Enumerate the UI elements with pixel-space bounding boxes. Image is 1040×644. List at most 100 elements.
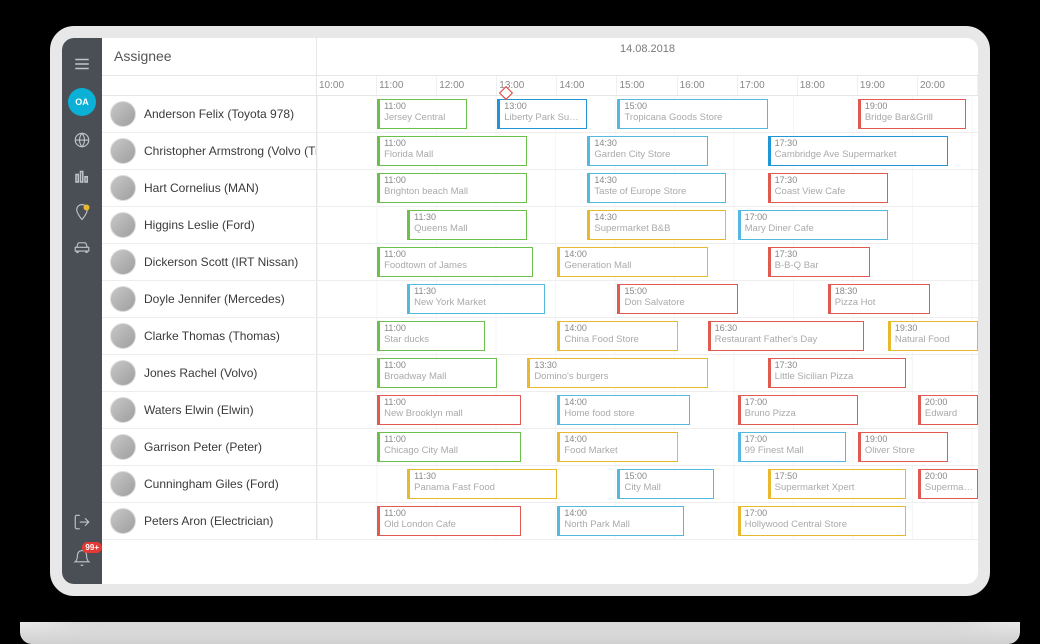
assignee-cell[interactable]: Dickerson Scott (IRT Nissan): [102, 244, 317, 280]
task-time: 19:00: [865, 101, 961, 112]
timeline-track[interactable]: 11:30Panama Fast Food 15:00City Mall 17:50…: [317, 466, 978, 502]
notification-count-badge: 99+: [82, 542, 102, 553]
timeline-track[interactable]: 11:00Chicago City Mall 14:00Food Market 17…: [317, 429, 978, 465]
task-block[interactable]: 11:00Chicago City Mall: [377, 432, 521, 462]
task-block[interactable]: 11:00Foodtown of James: [377, 247, 533, 277]
timeline-track[interactable]: 11:00Foodtown of James 14:00Generation Ma…: [317, 244, 978, 280]
location-warning-icon[interactable]: [70, 200, 94, 224]
task-block[interactable]: 14:00Food Market: [557, 432, 677, 462]
task-block[interactable]: 15:00Tropicana Goods Store: [617, 99, 767, 129]
task-block[interactable]: 20:00Edward: [918, 395, 978, 425]
assignee-cell[interactable]: Hart Cornelius (MAN): [102, 170, 317, 206]
task-block[interactable]: 11:30New York Market: [407, 284, 545, 314]
assignee-cell[interactable]: Peters Aron (Electrician): [102, 503, 317, 539]
bell-icon[interactable]: 99+: [70, 546, 94, 570]
task-block[interactable]: 13:00Liberty Park Supermarket: [497, 99, 587, 129]
chart-icon[interactable]: [70, 164, 94, 188]
task-label: Brighton beach Mall: [384, 186, 522, 198]
avatar: [110, 286, 136, 312]
assignee-cell[interactable]: Clarke Thomas (Thomas): [102, 318, 317, 354]
task-time: 20:00: [925, 471, 973, 482]
task-block[interactable]: 14:00Generation Mall: [557, 247, 707, 277]
task-block[interactable]: 11:00Brighton beach Mall: [377, 173, 527, 203]
task-block[interactable]: 15:00Don Salvatore: [617, 284, 737, 314]
assignee-row: Dickerson Scott (IRT Nissan)11:00Foodtow…: [102, 244, 978, 281]
task-block[interactable]: 19:30Natural Food: [888, 321, 978, 351]
task-block[interactable]: 18:30Pizza Hot: [828, 284, 930, 314]
task-block[interactable]: 14:00North Park Mall: [557, 506, 683, 536]
task-label: City Mall: [624, 482, 708, 494]
time-tick: 18:00: [798, 76, 858, 95]
task-block[interactable]: 17:30Coast View Cafe: [768, 173, 888, 203]
timeline-track[interactable]: 11:00Brighton beach Mall 14:30Taste of Eu…: [317, 170, 978, 206]
task-block[interactable]: 11:30Panama Fast Food: [407, 469, 557, 499]
task-block[interactable]: 19:00Oliver Store: [858, 432, 948, 462]
globe-icon[interactable]: [70, 128, 94, 152]
timeline-track[interactable]: 11:00Old London Cafe 14:00North Park Mall…: [317, 503, 978, 539]
menu-icon[interactable]: [70, 52, 94, 76]
task-block[interactable]: 11:00Florida Mall: [377, 136, 527, 166]
assignee-cell[interactable]: Doyle Jennifer (Mercedes): [102, 281, 317, 317]
avatar: [110, 397, 136, 423]
task-time: 14:00: [564, 323, 672, 334]
task-time: 16:30: [715, 323, 859, 334]
task-time: 14:30: [594, 175, 720, 186]
timeline-track[interactable]: 11:30New York Market 15:00Don Salvatore 18…: [317, 281, 978, 317]
logout-icon[interactable]: [70, 510, 94, 534]
task-time: 20:00: [925, 397, 973, 408]
timeline-track[interactable]: 11:00Star ducks 14:00China Food Store 16:3…: [317, 318, 978, 354]
task-block[interactable]: 16:30Restaurant Father's Day: [708, 321, 864, 351]
timeline-track[interactable]: 11:00Broadway Mall 13:30Domino's burgers 1…: [317, 355, 978, 391]
assignee-cell[interactable]: Higgins Leslie (Ford): [102, 207, 317, 243]
task-block[interactable]: 14:30Supermarket B&B: [587, 210, 725, 240]
task-block[interactable]: 14:00China Food Store: [557, 321, 677, 351]
timeline-track[interactable]: 11:30Queens Mall 14:30Supermarket B&B 17:0…: [317, 207, 978, 243]
task-block[interactable]: 17:50Supermarket Xpert: [768, 469, 906, 499]
assignee-name: Cunningham Giles (Ford): [144, 477, 279, 491]
assignee-cell[interactable]: Garrison Peter (Peter): [102, 429, 317, 465]
assignee-cell[interactable]: Christopher Armstrong (Volvo (Truck)): [102, 133, 317, 169]
timeline-track[interactable]: 11:00New Brooklyn mall 14:00Home food sto…: [317, 392, 978, 428]
task-block[interactable]: 17:30B-B-Q Bar: [768, 247, 870, 277]
task-block[interactable]: 11:00New Brooklyn mall: [377, 395, 521, 425]
task-block[interactable]: 20:00Supermarket: [918, 469, 978, 499]
task-block[interactable]: 11:00Old London Cafe: [377, 506, 521, 536]
time-tick: 11:00: [377, 76, 437, 95]
task-block[interactable]: 17:00Mary Diner Cafe: [738, 210, 888, 240]
task-block[interactable]: 11:00Star ducks: [377, 321, 485, 351]
task-time: 11:30: [414, 286, 540, 297]
car-icon[interactable]: [70, 236, 94, 260]
task-block[interactable]: 14:30Garden City Store: [587, 136, 707, 166]
task-label: Natural Food: [895, 334, 973, 346]
task-time: 19:30: [895, 323, 973, 334]
task-block[interactable]: 17:30Little Sicilian Pizza: [768, 358, 906, 388]
task-block[interactable]: 11:30Queens Mall: [407, 210, 527, 240]
assignee-name: Christopher Armstrong (Volvo (Truck)): [144, 144, 317, 158]
task-block[interactable]: 14:00Home food store: [557, 395, 689, 425]
task-label: Bridge Bar&Grill: [865, 112, 961, 124]
assignee-cell[interactable]: Jones Rachel (Volvo): [102, 355, 317, 391]
task-block[interactable]: 19:00Bridge Bar&Grill: [858, 99, 966, 129]
assignee-cell[interactable]: Cunningham Giles (Ford): [102, 466, 317, 502]
user-avatar-badge[interactable]: OA: [68, 88, 96, 116]
assignee-row: Waters Elwin (Elwin)11:00New Brooklyn ma…: [102, 392, 978, 429]
assignee-cell[interactable]: Waters Elwin (Elwin): [102, 392, 317, 428]
task-block[interactable]: 17:0099 Finest Mall: [738, 432, 846, 462]
task-label: Jersey Central: [384, 112, 462, 124]
timeline-track[interactable]: 11:00Jersey Central 13:00Liberty Park Sup…: [317, 96, 978, 132]
assignee-row: Cunningham Giles (Ford) 11:30Panama Fast …: [102, 466, 978, 503]
task-block[interactable]: 17:00Bruno Pizza: [738, 395, 858, 425]
time-tick: 12:00: [437, 76, 497, 95]
task-block[interactable]: 13:30Domino's burgers: [527, 358, 707, 388]
task-block[interactable]: 14:30Taste of Europe Store: [587, 173, 725, 203]
task-time: 11:00: [384, 323, 480, 334]
task-block[interactable]: 11:00Jersey Central: [377, 99, 467, 129]
assignee-cell[interactable]: Anderson Felix (Toyota 978): [102, 96, 317, 132]
task-label: Queens Mall: [414, 223, 522, 235]
task-block[interactable]: 11:00Broadway Mall: [377, 358, 497, 388]
task-block[interactable]: 17:00Hollywood Central Store: [738, 506, 906, 536]
timeline-track[interactable]: 11:00Florida Mall 14:30Garden City Store 1…: [317, 133, 978, 169]
task-block[interactable]: 17:30Cambridge Ave Supermarket: [768, 136, 948, 166]
task-block[interactable]: 15:00City Mall: [617, 469, 713, 499]
assignee-name: Jones Rachel (Volvo): [144, 366, 257, 380]
